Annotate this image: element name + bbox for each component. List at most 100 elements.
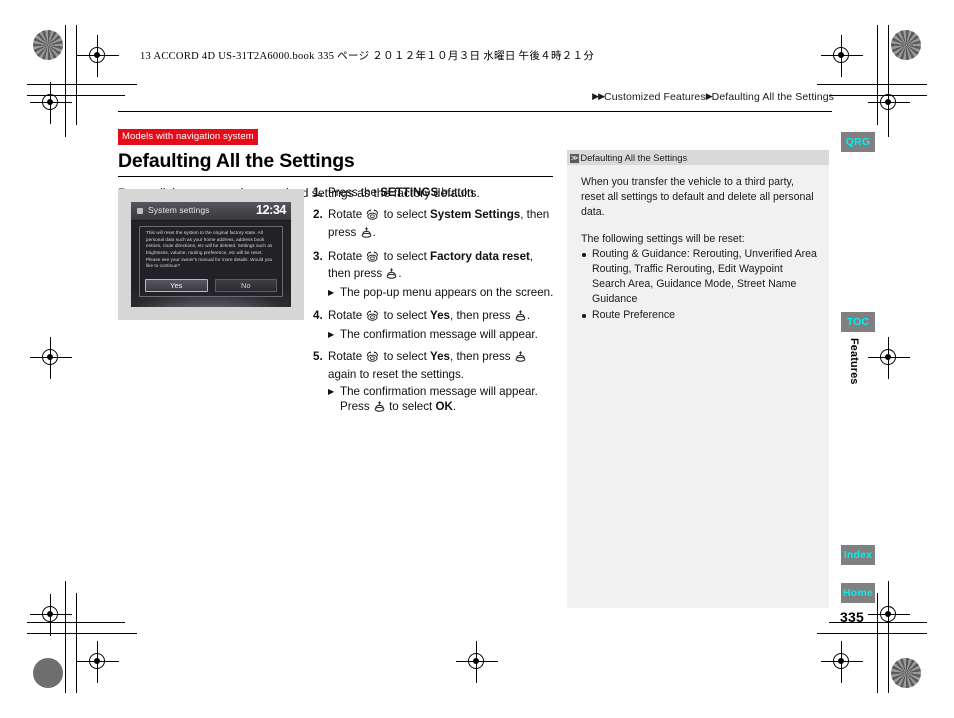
note-arrow-icon: ▶ xyxy=(328,386,335,396)
step-text: to select xyxy=(380,208,431,222)
registration-target xyxy=(868,82,910,124)
press-knob-icon xyxy=(361,226,372,242)
press-knob-icon xyxy=(515,351,526,366)
step-body: Rotate to select Yes, then press again t… xyxy=(328,349,558,416)
tab-toc[interactable]: TOC xyxy=(841,312,875,332)
step-text: Rotate xyxy=(328,350,366,364)
step-text: to select xyxy=(380,350,431,364)
step-text: Press the xyxy=(328,186,381,199)
registration-target xyxy=(30,337,72,379)
nav-screen-titlebar: System settings 12:34 xyxy=(131,202,291,221)
step-body: Rotate to select System Settings, then p… xyxy=(328,207,558,242)
rotate-knob-icon xyxy=(366,351,379,366)
step-number: 4. xyxy=(313,308,323,322)
info-panel-heading: ≫ Defaulting All the Settings xyxy=(567,150,829,165)
crop-line xyxy=(817,84,927,85)
rotate-knob-icon xyxy=(366,309,379,325)
registration-target xyxy=(821,35,863,77)
header-divider xyxy=(118,111,832,112)
press-knob-icon xyxy=(374,401,385,416)
nav-dialog-yes-button[interactable]: Yes xyxy=(145,279,208,292)
note-arrow-icon: ▶ xyxy=(328,288,335,298)
crop-line xyxy=(27,633,137,634)
step-text: , then press xyxy=(450,308,514,322)
press-knob-icon xyxy=(515,309,526,325)
step-text: . xyxy=(398,267,402,281)
tab-index[interactable]: Index xyxy=(841,545,875,565)
info-panel-body: When you transfer the vehicle to a third… xyxy=(567,165,829,323)
nav-dialog-no-button[interactable]: No xyxy=(214,279,277,292)
step-note: ▶ The pop-up menu appears on the screen. xyxy=(328,285,558,300)
step-item: 5. Rotate to select Yes, then press again… xyxy=(313,349,558,416)
step-item: 3. Rotate to select Factory data reset, t… xyxy=(313,249,558,301)
registration-dot xyxy=(891,30,921,60)
registration-target xyxy=(30,82,72,124)
step-text: to select xyxy=(380,308,431,322)
step-text: button. xyxy=(438,186,477,199)
info-panel-heading-text: Defaulting All the Settings xyxy=(580,152,688,163)
step-text: The confirmation message will appear. xyxy=(340,328,538,342)
info-panel-list-intro: The following settings will be reset: xyxy=(581,233,745,246)
title-divider xyxy=(118,175,553,178)
step-text: to select xyxy=(380,249,431,263)
registration-dot xyxy=(891,658,921,688)
note-text: The pop-up menu appears on the screen. xyxy=(340,285,558,300)
step-text: . xyxy=(526,308,531,322)
step-number: 3. xyxy=(313,249,323,263)
crop-line xyxy=(65,581,66,693)
nav-dialog-buttons: Yes No xyxy=(145,279,277,292)
step-number: 5. xyxy=(313,350,323,364)
step-text: The pop-up menu appears on the screen. xyxy=(340,286,554,300)
page-title: Defaulting All the Settings xyxy=(118,149,355,172)
registration-dot xyxy=(33,30,63,60)
info-panel-list-item: Routing & Guidance: Rerouting, Unverifie… xyxy=(581,247,817,307)
registration-target xyxy=(868,337,910,379)
tab-qrg[interactable]: QRG xyxy=(841,132,875,152)
breadcrumb: ▶▶Customized Features▶Defaulting All the… xyxy=(592,91,834,103)
crop-line xyxy=(76,593,77,693)
emphasis-text: SETTINGS xyxy=(380,186,439,199)
nav-screen-body: This will reset the system to the origin… xyxy=(131,221,291,307)
models-badge: Models with navigation system xyxy=(118,129,258,145)
nav-screen-clock: 12:34 xyxy=(256,203,286,217)
press-knob-icon xyxy=(386,268,397,283)
step-body: Rotate to select Yes, then press . ▶ The c… xyxy=(328,308,558,343)
breadcrumb-current: Defaulting All the Settings xyxy=(711,91,834,103)
registration-target xyxy=(30,594,72,636)
info-panel: ≫ Defaulting All the Settings When you tr… xyxy=(567,150,829,608)
registration-target xyxy=(77,35,119,77)
nav-screen: System settings 12:34 This will reset th… xyxy=(131,202,291,307)
step-item: 2. Rotate to select System Settings, then… xyxy=(313,207,558,242)
step-body: Rotate to select Factory data reset, the… xyxy=(328,249,558,301)
nav-screen-title: System settings xyxy=(148,205,210,215)
steps-list: 1. Press the SETTINGS button. 2. Rotate to … xyxy=(313,185,558,424)
emphasis-text: Yes xyxy=(430,308,451,322)
nav-dialog-message: This will reset the system to the origin… xyxy=(146,230,273,269)
step-body: Press the SETTINGS button. xyxy=(328,185,558,200)
step-item: 1. Press the SETTINGS button. xyxy=(313,185,558,200)
nav-screen-figure: System settings 12:34 This will reset th… xyxy=(118,189,304,320)
rotate-knob-icon xyxy=(366,251,379,266)
emphasis-text: Yes xyxy=(430,350,451,364)
page-number: 335 xyxy=(840,609,864,625)
step-note: ▶ The confirmation message will appear. xyxy=(328,327,558,342)
crop-line xyxy=(27,84,137,85)
step-number: 2. xyxy=(313,208,323,222)
registration-target xyxy=(77,641,119,683)
info-panel-list-item: Route Preference xyxy=(581,308,817,323)
emphasis-text: System Settings xyxy=(430,208,521,222)
step-number: 1. xyxy=(313,186,323,199)
double-chevron-icon: ≫ xyxy=(570,154,580,163)
breadcrumb-parent[interactable]: Customized Features xyxy=(604,91,706,103)
step-text: again to reset the settings. xyxy=(328,367,464,381)
book-header-line: 13 ACCORD 4D US-31T2A6000.book 335 ページ ２… xyxy=(140,51,595,62)
registration-target xyxy=(821,641,863,683)
step-text: Rotate xyxy=(328,208,366,222)
tab-home[interactable]: Home xyxy=(841,583,875,603)
settings-icon xyxy=(137,208,143,214)
section-side-label: Features xyxy=(848,338,860,385)
info-panel-paragraph: When you transfer the vehicle to a third… xyxy=(581,176,814,219)
step-item: 4. Rotate to select Yes, then press . ▶ The… xyxy=(313,308,558,343)
step-text: to select xyxy=(385,400,436,414)
step-text: . xyxy=(452,400,457,414)
